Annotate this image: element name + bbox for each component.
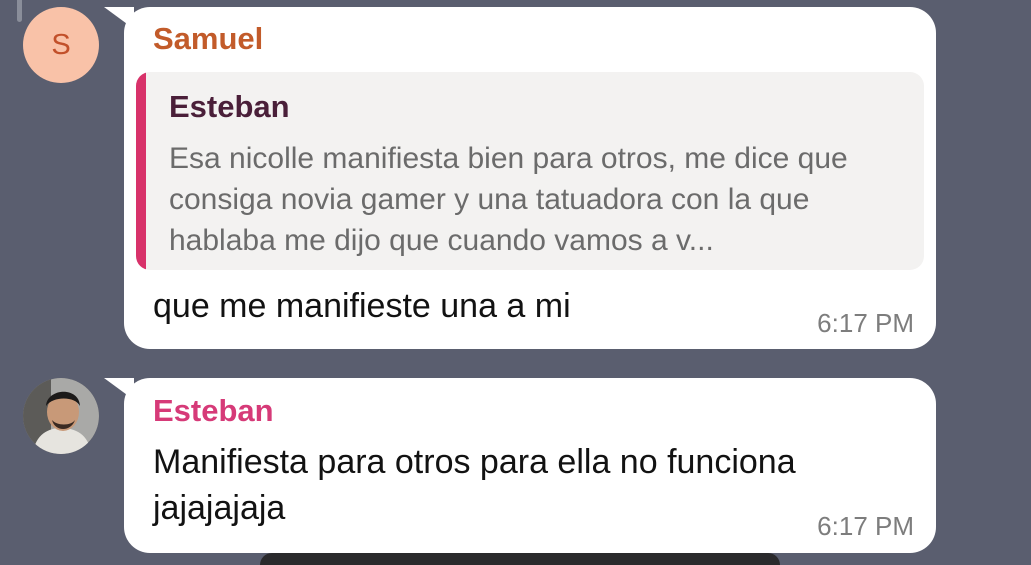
quote-bar [136,72,146,270]
avatar-samuel[interactable]: S [23,7,99,83]
avatar-esteban[interactable] [23,378,99,454]
scroll-indicator[interactable] [17,0,22,22]
message-bubble[interactable]: Samuel Esteban Esa nicolle manifiesta bi… [124,7,936,349]
message-time: 6:17 PM [817,308,914,338]
sender-name[interactable]: Esteban [153,393,274,429]
message-text: Manifiesta para otros para ella no funci… [153,443,796,527]
message-bubble[interactable]: Esteban Manifiesta para otros para ella … [124,378,936,553]
profile-photo-icon [23,378,99,454]
reply-quote[interactable]: Esteban Esa nicolle manifiesta bien para… [136,72,924,270]
message-text: que me manifieste una a mi [153,287,571,325]
partial-next-message [260,553,780,565]
avatar-initial: S [51,28,71,61]
sender-name[interactable]: Samuel [153,21,263,57]
quote-text: Esa nicolle manifiesta bien para otros, … [169,142,848,257]
message-time: 6:17 PM [817,511,914,541]
quote-author: Esteban [169,89,290,124]
